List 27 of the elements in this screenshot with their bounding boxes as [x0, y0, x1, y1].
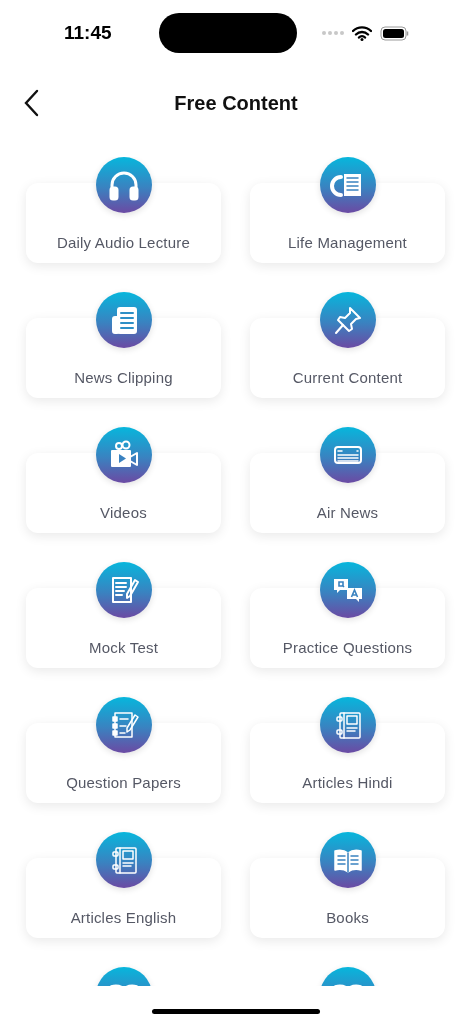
video-camera-icon [95, 427, 152, 483]
content-tile-button[interactable]: Question Papers [26, 723, 221, 803]
content-tile-button[interactable]: Life Management [250, 183, 445, 263]
status-time: 11:45 [64, 22, 113, 44]
checklist-pencil-icon [95, 697, 152, 753]
page-title: Free Content [174, 91, 298, 115]
content-tile-button[interactable]: Mock Test [26, 588, 221, 668]
content-tile-button[interactable]: Articles Hindi [250, 723, 445, 803]
content-tile-button[interactable]: Practice Questions [250, 588, 445, 668]
wifi-icon [352, 25, 372, 41]
content-tile-button[interactable]: Daily Audio Lecture [26, 183, 221, 263]
document-pencil-icon [95, 562, 152, 618]
open-book-icon [319, 832, 376, 888]
pushpin-icon [319, 292, 376, 348]
newspaper-icon [95, 292, 152, 348]
signal-icon [322, 31, 344, 35]
content-tile-button[interactable]: News Clipping [26, 318, 221, 398]
battery-icon [380, 25, 410, 41]
content-tile-button[interactable]: Air News [250, 453, 445, 533]
content-tile-button[interactable]: Videos [26, 453, 221, 533]
question-answer-icon [319, 562, 376, 618]
headphones-icon [95, 157, 152, 213]
content-tile-button[interactable]: Articles English [26, 858, 221, 938]
content-tile-button[interactable]: Books [250, 858, 445, 938]
content-tile-button[interactable]: Current Content [250, 318, 445, 398]
notebook-icon [95, 832, 152, 888]
notebook-icon [319, 697, 376, 753]
